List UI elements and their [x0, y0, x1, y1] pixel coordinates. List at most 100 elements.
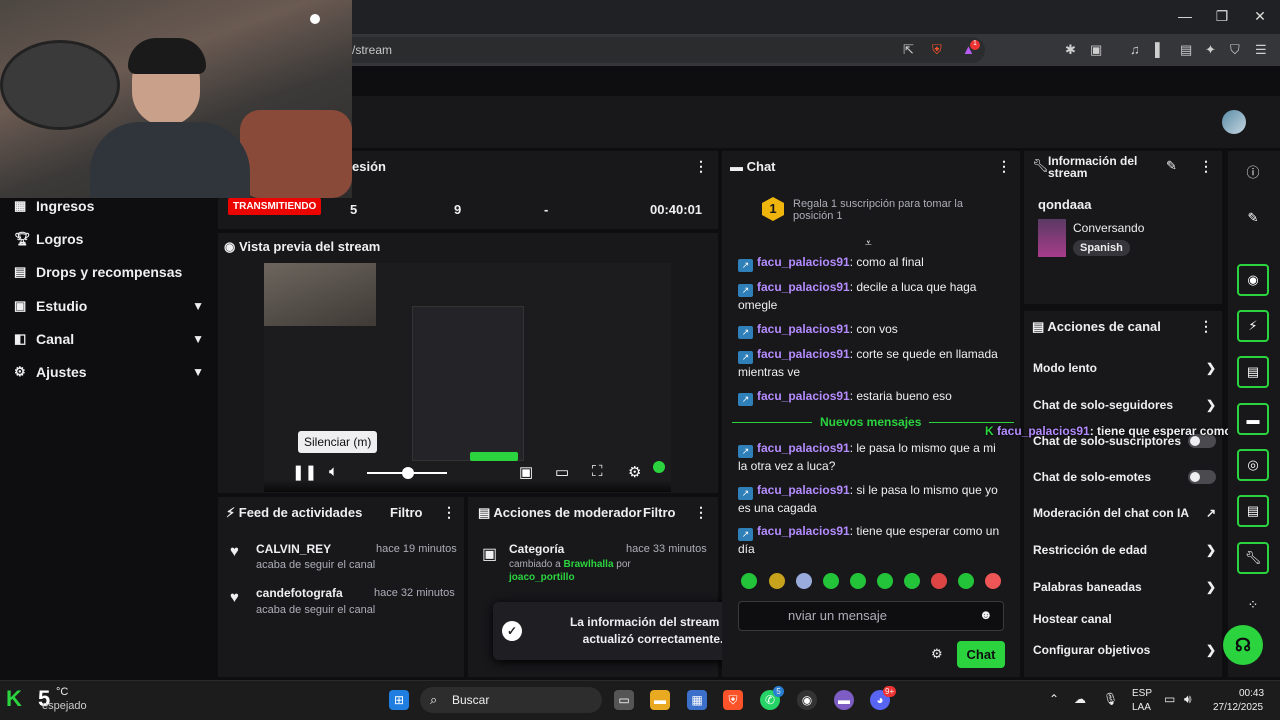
action-ai-moderation[interactable]: Moderación del chat con IA ↗ — [1033, 503, 1216, 523]
nav-item-canal[interactable]: ◧ Canal ▼ — [14, 325, 204, 353]
kebab-icon[interactable]: ⋮ — [997, 158, 1011, 175]
sidebar-icon[interactable]: ▌ — [1155, 42, 1164, 57]
leo-ai-icon[interactable]: ✦ — [1205, 42, 1216, 58]
volume-icon[interactable]: 🔈︎ — [329, 463, 338, 480]
lang-primary[interactable]: ESP — [1132, 688, 1152, 699]
nav-item-ajustes[interactable]: ⚙ Ajustes ▼ — [14, 358, 204, 386]
gift-promo-text[interactable]: Regala 1 suscripción para tomar la posic… — [793, 198, 983, 222]
emote-icon[interactable] — [741, 573, 757, 589]
kebab-icon[interactable]: ⋮ — [694, 158, 708, 175]
emote-icon[interactable] — [769, 573, 785, 589]
feed-user[interactable]: candefotografa — [256, 586, 343, 600]
chat-toggle-icon[interactable]: ▬ — [1237, 403, 1269, 435]
kebab-icon[interactable]: ⋮ — [1199, 318, 1213, 335]
document-toggle-icon[interactable]: ▤ — [1237, 356, 1269, 388]
nav-item-logros[interactable]: 🏆︎ Logros — [14, 225, 204, 253]
network-icon[interactable]: ☁ — [1074, 692, 1086, 706]
music-icon[interactable]: ♫ — [1130, 42, 1140, 57]
chat-username[interactable]: facu_palacios91 — [757, 322, 850, 336]
brave-shield-icon[interactable]: ⛨ — [932, 42, 942, 58]
chat-username[interactable]: facu_palacios91 — [757, 280, 850, 294]
pip-icon[interactable]: ▣ — [519, 463, 533, 481]
speaker-icon[interactable]: 🔊︎ — [1184, 692, 1192, 707]
mod-user-link[interactable]: joaco_portillo — [509, 572, 575, 583]
volume-thumb[interactable] — [402, 467, 414, 479]
feed-filter-button[interactable]: Filtro — [390, 505, 423, 520]
action-age-restriction[interactable]: Restricción de edad ❯ — [1033, 540, 1216, 560]
kebab-icon[interactable]: ⋮ — [1199, 158, 1213, 175]
wallet-icon[interactable]: ▤ — [1180, 42, 1192, 58]
action-banned-words[interactable]: Palabras baneadas ❯ — [1033, 577, 1216, 597]
taskbar-search[interactable] — [420, 687, 602, 713]
nav-item-drops[interactable]: ▤ Drops y recompensas — [14, 258, 204, 286]
emote-icon[interactable] — [958, 573, 974, 589]
category-name[interactable]: Conversando — [1073, 221, 1144, 235]
support-chat-button[interactable]: ☊ — [1223, 625, 1263, 665]
action-slow-mode[interactable]: Modo lento ❯ — [1033, 358, 1216, 378]
mod-toggle-icon[interactable]: ▤ — [1237, 495, 1269, 527]
menu-icon[interactable]: ☰ — [1255, 42, 1267, 58]
pause-icon[interactable]: ❚❚ — [292, 463, 317, 481]
emote-icon[interactable] — [850, 573, 866, 589]
share-icon[interactable]: ⇱ — [903, 42, 914, 58]
chat-username[interactable]: facu_palacios91 — [757, 347, 850, 361]
minimize-icon[interactable]: — — [1175, 8, 1195, 24]
edit-pencil-icon[interactable]: ✎ — [1166, 158, 1177, 174]
chat-send-button[interactable]: Chat — [957, 641, 1005, 668]
tray-chevron-icon[interactable]: ⌃ — [1049, 692, 1059, 706]
emote-icon[interactable] — [796, 573, 812, 589]
emote-icon[interactable] — [904, 573, 920, 589]
chat-app-icon[interactable]: ▬ — [834, 690, 854, 710]
activity-toggle-icon[interactable]: ⚡︎ — [1237, 310, 1269, 342]
edit-icon[interactable]: ✎ — [1237, 202, 1269, 234]
emoji-icon[interactable]: ☻ — [979, 607, 993, 622]
chat-username[interactable]: facu_palacios91 — [757, 524, 850, 538]
store-icon[interactable]: ▦ — [687, 690, 707, 710]
address-bar[interactable] — [340, 37, 985, 63]
display-icon[interactable]: ▭ — [1164, 692, 1175, 706]
kebab-icon[interactable]: ⋮ — [442, 504, 456, 521]
vpn-icon[interactable]: ⛉ — [1230, 42, 1240, 58]
emote-icon[interactable] — [877, 573, 893, 589]
theater-icon[interactable]: ▭ — [555, 463, 569, 481]
chat-settings-icon[interactable]: ⚙ — [931, 646, 943, 662]
fullscreen-icon[interactable]: ⛶ — [592, 463, 603, 480]
screenshot-icon[interactable]: ▣ — [1090, 42, 1102, 58]
close-icon[interactable]: ✕ — [1250, 8, 1270, 25]
brave-browser-icon[interactable]: ⛨ — [723, 690, 743, 710]
file-explorer-icon[interactable]: ▬ — [650, 690, 670, 710]
action-emotes-only[interactable]: Chat de solo-emotes — [1033, 467, 1216, 487]
clock-date[interactable]: 27/12/2025 — [1213, 702, 1263, 713]
obs-icon[interactable]: ◉ — [797, 690, 817, 710]
action-goals[interactable]: Configurar objetivos ❯ — [1033, 640, 1216, 660]
chat-username[interactable]: facu_palacios91 — [757, 389, 850, 403]
emote-icon[interactable] — [931, 573, 947, 589]
chat-username[interactable]: facu_palacios91 — [757, 483, 850, 497]
action-host[interactable]: Hostear canal — [1033, 609, 1216, 629]
avatar[interactable] — [1222, 110, 1246, 134]
stream-preview[interactable] — [264, 263, 671, 492]
nav-item-estudio[interactable]: ▣ Estudio ▼ — [14, 292, 204, 320]
collapse-icon[interactable]: ⩡ — [865, 236, 872, 251]
windows-start-icon[interactable]: ⊞ — [389, 690, 409, 710]
emote-icon[interactable] — [823, 573, 839, 589]
lang-secondary[interactable]: LAA — [1132, 702, 1151, 713]
emote-icon[interactable] — [985, 573, 1001, 589]
mod-game-link[interactable]: Brawlhalla — [563, 559, 613, 570]
settings-icon[interactable]: ⚙ — [628, 463, 641, 481]
extensions-icon[interactable]: ✱ — [1065, 42, 1076, 58]
widgets-icon[interactable]: ⁘ — [1237, 589, 1269, 621]
mod-filter-button[interactable]: Filtro — [643, 505, 676, 520]
maximize-icon[interactable]: ❐ — [1212, 8, 1232, 25]
kebab-icon[interactable]: ⋮ — [694, 504, 708, 521]
clock-time[interactable]: 00:43 — [1239, 688, 1264, 699]
tools-toggle-icon[interactable]: 🔧︎ — [1237, 542, 1269, 574]
chat-username[interactable]: facu_palacios91 — [757, 255, 850, 269]
action-followers-only[interactable]: Chat de solo-seguidores ❯ — [1033, 395, 1216, 415]
chat-username[interactable]: facu_palacios91 — [757, 441, 850, 455]
task-view-icon[interactable]: ▭ — [614, 690, 634, 710]
preview-toggle-icon[interactable]: ◉ — [1237, 264, 1269, 296]
info-icon[interactable]: ⓘ — [1237, 155, 1269, 187]
feed-user[interactable]: CALVIN_REY — [256, 542, 331, 556]
microphone-icon[interactable]: 🎙︎ — [1103, 692, 1118, 706]
